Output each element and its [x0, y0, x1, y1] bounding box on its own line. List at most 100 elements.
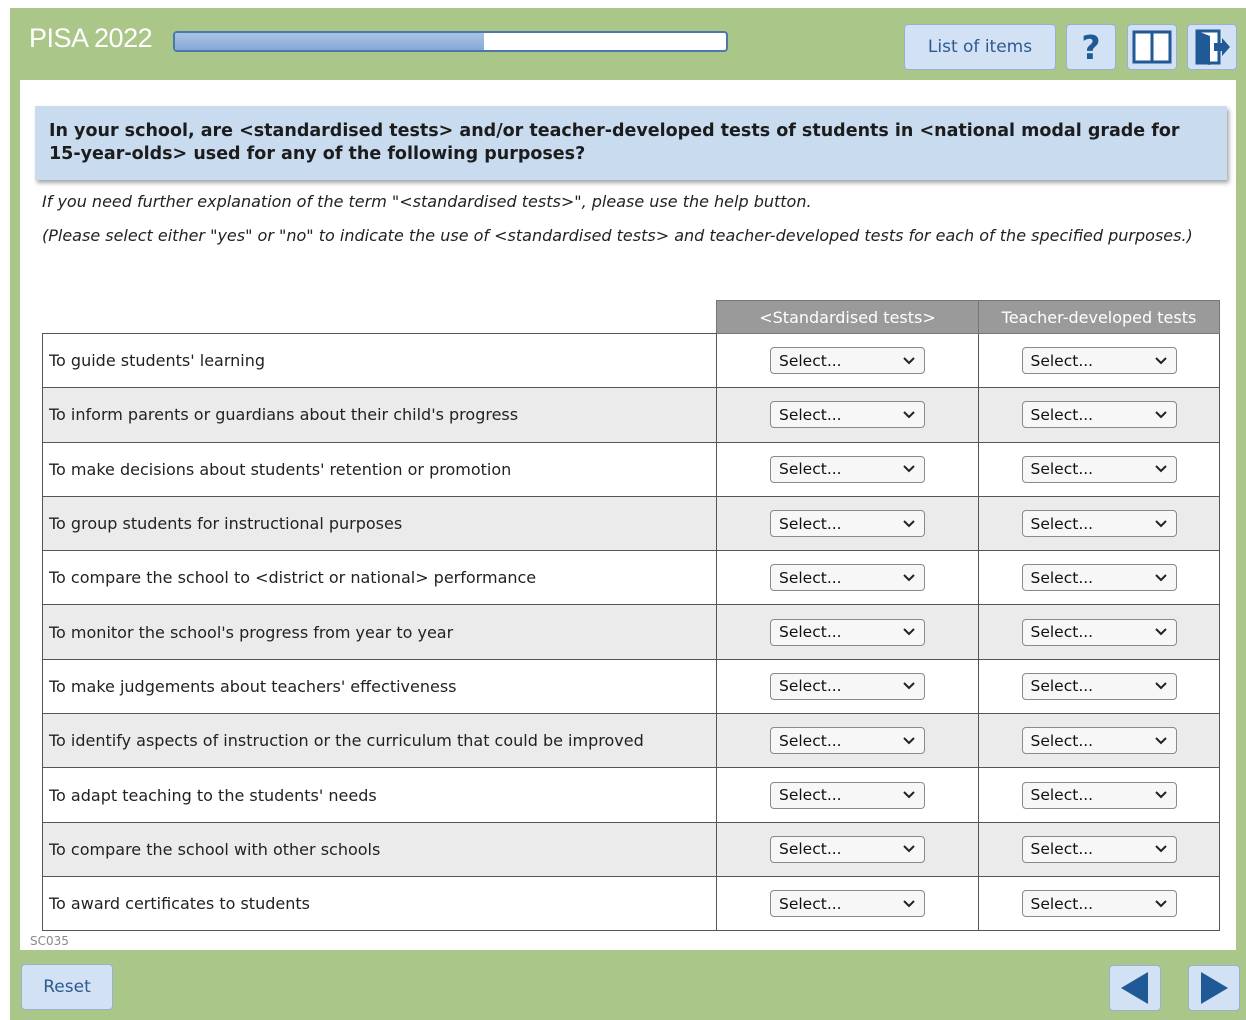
select-teacher-developed[interactable]: Select... [1021, 672, 1177, 700]
table-row: To compare the school with other schools… [42, 821, 1220, 877]
chevron-down-icon [902, 788, 916, 802]
select-value: Select... [1030, 351, 1094, 370]
purpose-label: To inform parents or guardians about the… [42, 387, 717, 443]
select-cell-teacher-developed: Select... [978, 875, 1220, 932]
select-teacher-developed[interactable]: Select... [1021, 564, 1177, 592]
select-value: Select... [1030, 568, 1094, 587]
next-button[interactable] [1188, 965, 1240, 1011]
exit-icon [1195, 29, 1230, 65]
book-button[interactable] [1127, 24, 1177, 70]
select-value: Select... [779, 568, 842, 587]
chevron-down-icon [902, 462, 916, 476]
select-teacher-developed[interactable]: Select... [1021, 401, 1177, 429]
select-standardised[interactable]: Select... [770, 510, 925, 538]
chevron-down-icon [1154, 734, 1168, 748]
chevron-down-icon [902, 354, 916, 368]
reset-button[interactable]: Reset [21, 964, 113, 1010]
select-cell-standardised: Select... [716, 332, 979, 389]
selection-instruction: (Please select either "yes" or "no" to i… [42, 226, 1193, 245]
table-row: To make judgements about teachers' effec… [42, 658, 1220, 715]
select-cell-teacher-developed: Select... [978, 332, 1220, 389]
select-value: Select... [1030, 623, 1094, 642]
select-cell-teacher-developed: Select... [978, 441, 1220, 497]
item-code: SC035 [30, 934, 69, 948]
select-value: Select... [779, 894, 842, 913]
select-teacher-developed[interactable]: Select... [1021, 618, 1177, 646]
select-cell-teacher-developed: Select... [978, 604, 1220, 660]
blank-header [42, 300, 717, 334]
app-title: PISA 2022 [29, 23, 153, 53]
chevron-down-icon [1154, 571, 1168, 585]
purpose-label: To monitor the school's progress from ye… [42, 604, 717, 660]
purpose-label: To adapt teaching to the students' needs [42, 767, 717, 823]
table-row: To inform parents or guardians about the… [42, 387, 1220, 443]
select-value: Select... [1030, 731, 1094, 750]
top-bar: PISA 2022 List of items ? [10, 8, 1246, 80]
app-frame: PISA 2022 List of items ? In your school… [10, 8, 1246, 1020]
question-text: In your school, are <standardised tests>… [35, 106, 1227, 180]
select-teacher-developed[interactable]: Select... [1021, 727, 1177, 755]
table-row: To group students for instructional purp… [42, 495, 1220, 552]
select-standardised[interactable]: Select... [770, 781, 925, 809]
column-header-teacher-developed: Teacher-developed tests [978, 300, 1220, 334]
select-cell-teacher-developed: Select... [978, 713, 1220, 769]
select-cell-standardised: Select... [716, 713, 979, 769]
select-cell-teacher-developed: Select... [978, 658, 1220, 715]
chevron-down-icon [1154, 625, 1168, 639]
previous-button[interactable] [1109, 965, 1161, 1011]
select-teacher-developed[interactable]: Select... [1021, 347, 1177, 375]
list-of-items-button[interactable]: List of items [904, 24, 1056, 70]
exit-button[interactable] [1187, 24, 1237, 70]
purpose-label: To compare the school to <district or na… [42, 550, 717, 606]
select-standardised[interactable]: Select... [770, 401, 925, 429]
select-value: Select... [779, 786, 842, 805]
select-standardised[interactable]: Select... [770, 890, 925, 918]
purpose-label: To guide students' learning [42, 332, 717, 389]
select-value: Select... [1030, 460, 1094, 479]
help-button[interactable]: ? [1066, 24, 1116, 70]
select-teacher-developed[interactable]: Select... [1021, 510, 1177, 538]
chevron-down-icon [1154, 408, 1168, 422]
select-standardised[interactable]: Select... [770, 455, 925, 483]
select-value: Select... [1030, 514, 1094, 533]
table-header-row: <Standardised tests> Teacher-developed t… [42, 300, 1220, 334]
purpose-label: To compare the school with other schools [42, 821, 717, 877]
select-cell-standardised: Select... [716, 495, 979, 552]
progress-bar [173, 31, 728, 52]
select-value: Select... [1030, 840, 1094, 859]
select-value: Select... [779, 677, 842, 696]
chevron-down-icon [902, 734, 916, 748]
select-cell-standardised: Select... [716, 441, 979, 497]
select-teacher-developed[interactable]: Select... [1021, 781, 1177, 809]
select-standardised[interactable]: Select... [770, 347, 925, 375]
select-value: Select... [779, 840, 842, 859]
select-cell-standardised: Select... [716, 875, 979, 932]
select-teacher-developed[interactable]: Select... [1021, 455, 1177, 483]
select-cell-teacher-developed: Select... [978, 495, 1220, 552]
select-cell-standardised: Select... [716, 604, 979, 660]
question-panel: In your school, are <standardised tests>… [20, 80, 1236, 950]
progress-fill [175, 33, 484, 50]
select-value: Select... [779, 514, 842, 533]
select-value: Select... [779, 731, 842, 750]
select-value: Select... [1030, 405, 1094, 424]
select-value: Select... [1030, 677, 1094, 696]
table-row: To compare the school to <district or na… [42, 550, 1220, 606]
table-row: To award certificates to students Select.… [42, 875, 1220, 932]
select-standardised[interactable]: Select... [770, 618, 925, 646]
select-value: Select... [779, 351, 842, 370]
select-standardised[interactable]: Select... [770, 835, 925, 863]
chevron-down-icon [902, 897, 916, 911]
select-standardised[interactable]: Select... [770, 564, 925, 592]
select-teacher-developed[interactable]: Select... [1021, 890, 1177, 918]
select-cell-teacher-developed: Select... [978, 821, 1220, 877]
select-value: Select... [779, 405, 842, 424]
select-teacher-developed[interactable]: Select... [1021, 835, 1177, 863]
select-standardised[interactable]: Select... [770, 672, 925, 700]
next-arrow-icon [1201, 972, 1228, 1004]
chevron-down-icon [902, 625, 916, 639]
select-value: Select... [1030, 786, 1094, 805]
select-standardised[interactable]: Select... [770, 727, 925, 755]
chevron-down-icon [1154, 679, 1168, 693]
chevron-down-icon [902, 517, 916, 531]
